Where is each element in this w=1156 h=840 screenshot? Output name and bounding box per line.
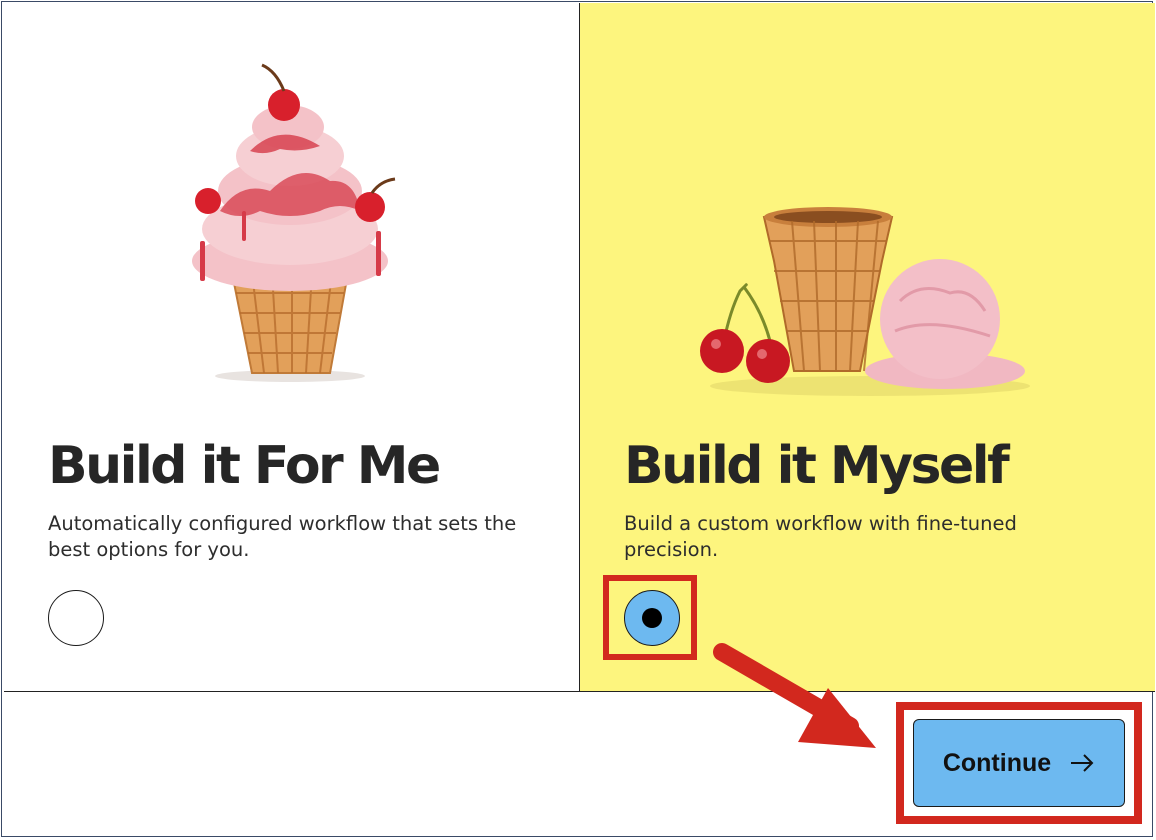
radio-highlight-box [603,575,697,660]
arrow-to-continue-icon [713,643,876,748]
option-description: Build a custom workflow with fine-tuned … [624,512,1017,561]
continue-label: Continue [942,748,1052,777]
cone-cherries-scoop-illustration [700,207,1030,396]
ice-cream-cone-illustration [192,63,396,382]
option-title: Build it For Me [48,436,441,496]
footer-divider [4,691,1155,692]
arrow-right-icon [1071,754,1094,772]
option-description: Automatically configured workflow that s… [48,512,517,561]
continue-button[interactable]: Continue [913,719,1125,807]
radio-build-for-me[interactable] [48,590,104,646]
option-title: Build it Myself [624,436,1010,496]
option-card-build-for-me[interactable]: Build it For Me Automatically configured… [4,3,580,691]
